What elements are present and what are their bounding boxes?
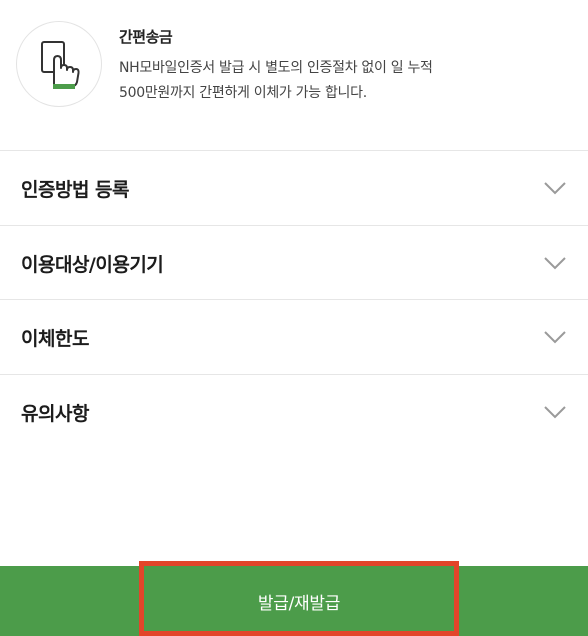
accordion-item-transfer-limit[interactable]: 이체한도 (0, 300, 588, 374)
chevron-down-icon (544, 182, 566, 195)
intro-description-line-1: NH모바일인증서 발급 시 별도의 인증절차 없이 일 누적 (119, 60, 433, 76)
accordion-item-auth-method[interactable]: 인증방법 등록 (0, 151, 588, 225)
accordion-item-target-devices[interactable]: 이용대상/이용기기 (0, 226, 588, 300)
accordion-label: 이용대상/이용기기 (21, 254, 164, 276)
issue-reissue-button-label: 발급/재발급 (257, 594, 341, 614)
page: 간편송금 NH모바일인증서 발급 시 별도의 인증절차 없이 일 누적 500만… (0, 0, 588, 636)
issue-reissue-button[interactable]: 발급/재발급 (139, 561, 459, 636)
intro-description: NH모바일인증서 발급 시 별도의 인증절차 없이 일 누적 500만원까지 간… (119, 56, 559, 106)
chevron-down-icon (544, 257, 566, 270)
touch-hand-icon (16, 21, 102, 107)
accordion-label: 인증방법 등록 (21, 179, 130, 201)
accordion-label: 유의사항 (21, 403, 89, 425)
intro-title: 간편송금 (119, 28, 173, 46)
intro-description-line-2: 500만원까지 간편하게 이체가 가능 합니다. (119, 85, 367, 101)
quick-transfer-intro: 간편송금 NH모바일인증서 발급 시 별도의 인증절차 없이 일 누적 500만… (0, 0, 588, 150)
chevron-down-icon (544, 406, 566, 419)
chevron-down-icon (544, 331, 566, 344)
accordion-item-notes[interactable]: 유의사항 (0, 375, 588, 449)
accordion-label: 이체한도 (21, 328, 89, 350)
